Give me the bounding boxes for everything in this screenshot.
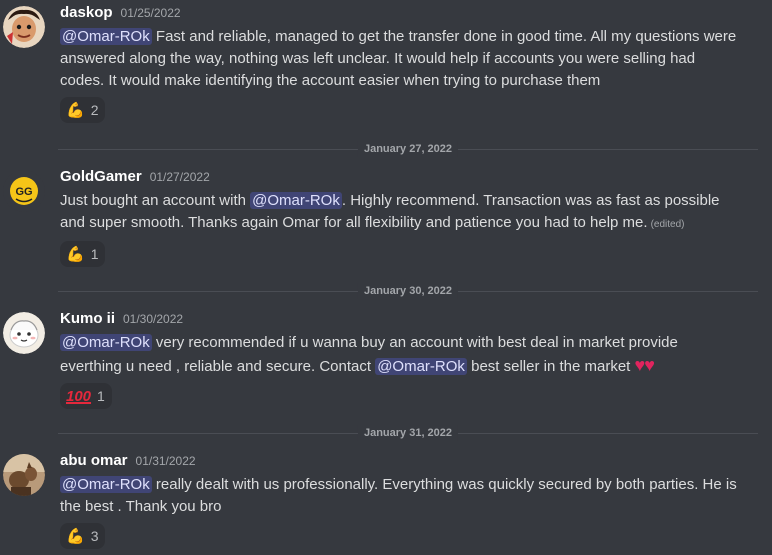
reaction-count: 3 [90, 528, 99, 544]
reaction-count: 1 [97, 388, 105, 404]
reaction-flexed-biceps[interactable]: 💪 1 [60, 241, 106, 267]
username[interactable]: Kumo ii [60, 310, 115, 327]
date-divider-label: January 30, 2022 [357, 283, 459, 299]
message-daskop: daskop 01/25/2022 @Omar-ROk Fast and rel… [0, 4, 772, 123]
heart-emoji-icon: ♥♥ [634, 355, 655, 375]
user-mention[interactable]: @Omar-ROk [60, 334, 152, 351]
message-content: @Omar-ROk very recommended if u wanna bu… [60, 332, 742, 378]
date-divider-label: January 27, 2022 [357, 141, 459, 157]
reaction-count: 2 [90, 102, 99, 118]
flexed-biceps-icon: 💪 [66, 245, 85, 263]
message-content: @Omar-ROk Fast and reliable, managed to … [60, 26, 742, 92]
reaction-count: 1 [90, 246, 99, 262]
message-goldgamer: GG GoldGamer 01/27/2022 Just bought an a… [0, 168, 772, 267]
reaction-flexed-biceps[interactable]: 💪 3 [60, 523, 106, 549]
reaction-flexed-biceps[interactable]: 💪 2 [60, 97, 106, 123]
message-text: really dealt with us professionally. Eve… [60, 476, 737, 515]
user-mention[interactable]: @Omar-ROk [250, 192, 342, 209]
avatar-goldgamer-icon: GG [3, 170, 45, 212]
avatar[interactable] [3, 6, 45, 48]
user-mention[interactable]: @Omar-ROk [60, 28, 152, 45]
hundred-points-icon: 100 [66, 387, 92, 405]
avatar[interactable] [3, 312, 45, 354]
username[interactable]: daskop [60, 4, 113, 21]
avatar[interactable]: GG [3, 170, 45, 212]
edited-label: (edited) [650, 219, 685, 230]
svg-text:GG: GG [15, 186, 32, 198]
timestamp: 01/27/2022 [149, 170, 210, 184]
timestamp: 01/25/2022 [120, 6, 181, 20]
date-divider: January 30, 2022 [58, 283, 758, 299]
date-divider: January 31, 2022 [58, 425, 758, 441]
flexed-biceps-icon: 💪 [66, 527, 85, 545]
reaction-hundred-points[interactable]: 100 1 [60, 383, 112, 409]
message-text: Fast and reliable, managed to get the tr… [60, 28, 737, 89]
username[interactable]: abu omar [60, 452, 128, 469]
message-content: @Omar-ROk really dealt with us professio… [60, 474, 742, 518]
timestamp: 01/31/2022 [135, 454, 196, 468]
message-text: Just bought an account with [60, 192, 251, 209]
user-mention[interactable]: @Omar-ROk [60, 476, 152, 493]
user-mention[interactable]: @Omar-ROk [375, 358, 467, 375]
flexed-biceps-icon: 💪 [66, 101, 85, 119]
avatar-abu-omar-icon [3, 454, 45, 496]
username[interactable]: GoldGamer [60, 168, 142, 185]
message-kumo: Kumo ii 01/30/2022 @Omar-ROk very recomm… [0, 310, 772, 409]
message-text: best seller in the market [466, 358, 635, 375]
message-abu-omar: abu omar 01/31/2022 @Omar-ROk really dea… [0, 452, 772, 549]
date-divider: January 27, 2022 [58, 141, 758, 157]
chat-log: daskop 01/25/2022 @Omar-ROk Fast and rel… [0, 0, 772, 555]
avatar-daskop-icon [3, 6, 45, 48]
timestamp: 01/30/2022 [123, 312, 184, 326]
message-content: Just bought an account with @Omar-ROk. H… [60, 190, 742, 236]
date-divider-label: January 31, 2022 [357, 425, 459, 441]
avatar[interactable] [3, 454, 45, 496]
avatar-kumo-icon [3, 312, 45, 354]
